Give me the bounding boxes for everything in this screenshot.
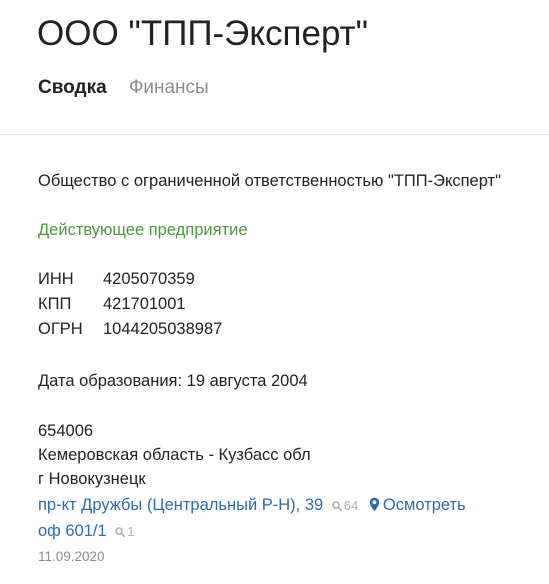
ogrn-row: ОГРН 1044205038987	[38, 318, 222, 340]
address-office-row: оф 601/1 1	[38, 520, 134, 543]
address-office-link[interactable]: оф 601/1	[38, 522, 107, 540]
ogrn-label: ОГРН	[38, 320, 83, 338]
search-icon	[115, 527, 126, 538]
map-pin-icon	[369, 497, 380, 512]
search-icon	[331, 501, 342, 512]
tab-bar: Сводка Финансы	[38, 76, 226, 102]
view-on-map-link[interactable]: Осмотреть	[369, 494, 466, 516]
inn-row: ИНН 4205070359	[38, 268, 195, 290]
page-title: ООО "ТПП-Эксперт"	[37, 14, 369, 53]
divider	[0, 134, 549, 135]
kpp-row: КПП 421701001	[38, 293, 186, 315]
ogrn-value: 1044205038987	[103, 320, 223, 338]
inn-label: ИНН	[38, 270, 74, 288]
address-street-row: пр-кт Дружбы (Центральный Р-Н), 39 64 Ос…	[38, 494, 466, 517]
founded-date: Дата образования: 19 августа 2004	[38, 372, 308, 390]
address-postcode: 654006	[38, 422, 94, 440]
address-street-link[interactable]: пр-кт Дружбы (Центральный Р-Н), 39	[38, 496, 323, 514]
address-city: г Новокузнецк	[38, 470, 146, 488]
street-search-count-value: 64	[343, 498, 359, 513]
view-label: Осмотреть	[382, 496, 466, 514]
address-region: Кемеровская область - Кузбасс обл	[38, 446, 311, 464]
company-full-name: Общество с ограниченной ответственностью…	[38, 172, 501, 190]
updated-date: 11.09.2020	[38, 549, 105, 564]
kpp-label: КПП	[38, 295, 72, 313]
street-search-count[interactable]: 64	[331, 498, 362, 513]
tab-summary[interactable]: Сводка	[38, 76, 107, 100]
tab-finance[interactable]: Финансы	[129, 76, 209, 100]
status-text: Действующее предприятие	[38, 221, 248, 239]
inn-value: 4205070359	[103, 270, 195, 288]
kpp-value: 421701001	[103, 295, 186, 313]
office-search-count[interactable]: 1	[115, 524, 134, 539]
office-search-count-value: 1	[127, 524, 135, 539]
